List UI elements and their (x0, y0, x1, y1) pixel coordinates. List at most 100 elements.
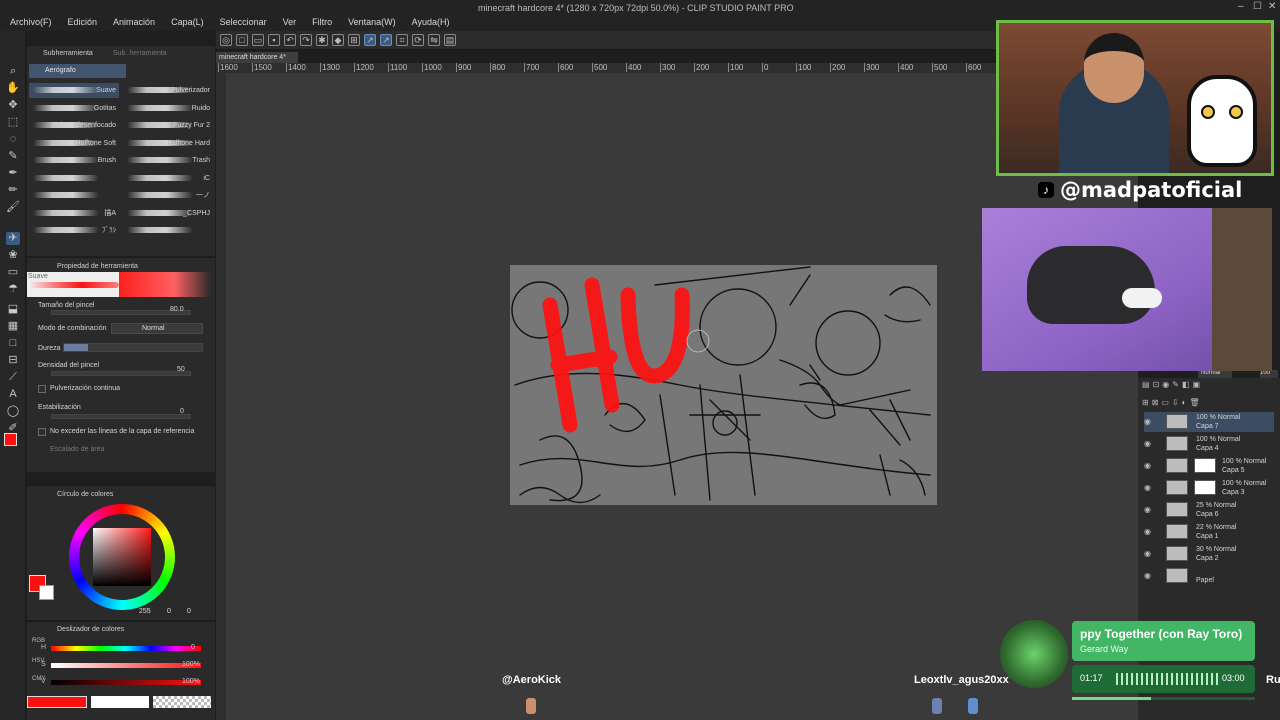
brush-item[interactable] (123, 223, 213, 238)
brush-item[interactable]: ﾌﾞﾗｼ (29, 223, 119, 238)
layer-color-icon[interactable]: ◧ (1182, 380, 1193, 389)
layer-props-icon[interactable]: ▤ (444, 34, 456, 46)
brush-item[interactable]: Suave (29, 83, 119, 98)
visibility-eye-icon[interactable]: ◉ (1144, 483, 1151, 492)
value-slider[interactable] (51, 680, 201, 685)
minimize-button[interactable]: – (1238, 1, 1244, 12)
save-icon[interactable]: ▪ (268, 34, 280, 46)
clip-studio-icon[interactable]: ◎ (220, 34, 232, 46)
layer-row[interactable]: ◉ 100 % Normal Capa 4 (1144, 434, 1274, 454)
ruler-tool-icon[interactable]: ⟋ (6, 371, 20, 384)
pen-tool-icon[interactable]: ✒ (6, 167, 20, 180)
layer-row[interactable]: ◉ 100 % Normal Capa 7 (1144, 412, 1274, 432)
layer-clip-icon[interactable]: ⊡ (1153, 380, 1163, 389)
document-tab[interactable]: minecraft hardcore 4* (216, 52, 298, 63)
new-folder-icon[interactable]: ▭ (1161, 398, 1172, 407)
layer-mask-icon[interactable]: ▣ (1193, 380, 1204, 389)
visibility-eye-icon[interactable]: ◉ (1144, 417, 1151, 426)
menu-archivo[interactable]: Archivo(F) (0, 16, 58, 31)
subtool-group-airbrush[interactable]: Aerógrafo (29, 64, 126, 78)
menu-capa[interactable]: Capa(L) (161, 16, 210, 31)
subtool-tab-2[interactable]: Sub. herramienta (113, 50, 167, 57)
visibility-eye-icon[interactable]: ◉ (1144, 549, 1151, 558)
slider-sub-color[interactable] (91, 696, 149, 708)
maximize-button[interactable]: ☐ (1253, 1, 1262, 12)
saturation-slider[interactable] (51, 663, 201, 668)
close-button[interactable]: ✕ (1268, 1, 1276, 12)
stabilization-slider[interactable] (51, 414, 191, 419)
decoration-tool-icon[interactable]: ❀ (6, 249, 20, 262)
layer-blend-select[interactable]: Normal (1198, 370, 1232, 378)
lasso-tool-icon[interactable]: ◌ (6, 133, 20, 146)
brush-item[interactable]: Pulverizador (123, 83, 213, 98)
hue-ring[interactable] (69, 504, 175, 610)
hand-tool-icon[interactable]: ✋ (6, 82, 20, 95)
visibility-eye-icon[interactable]: ◉ (1144, 439, 1151, 448)
add-mask-icon[interactable]: ◐ (1182, 398, 1190, 407)
blend-mode-select[interactable]: Normal (111, 323, 203, 334)
zoom-tool-icon[interactable]: ⌕ (6, 65, 20, 78)
slider-main-color[interactable] (27, 696, 87, 708)
undo-icon[interactable]: ↶ (284, 34, 296, 46)
delete-layer-icon[interactable]: 🗑 (1190, 398, 1203, 407)
subtool-tab[interactable]: Subherramienta (43, 50, 93, 57)
no-exceed-checkbox[interactable] (38, 428, 46, 436)
hardness-slider[interactable] (63, 343, 203, 352)
brush-item[interactable]: Fuzzy Fur 2 (123, 118, 213, 133)
layer-ref-icon[interactable]: ◉ (1162, 380, 1172, 389)
clear-icon[interactable]: ✱ (316, 34, 328, 46)
new-vector-layer-icon[interactable]: ⊠ (1152, 398, 1162, 407)
eyedropper-tool-icon[interactable]: ✎ (6, 150, 20, 163)
layer-draft-icon[interactable]: ✎ (1172, 380, 1182, 389)
continuous-spray-checkbox[interactable] (38, 385, 46, 393)
menu-seleccionar[interactable]: Seleccionar (210, 16, 273, 31)
snap-ruler-icon[interactable]: ↗ (364, 34, 376, 46)
menu-ayuda[interactable]: Ayuda(H) (402, 16, 456, 31)
snap-special-ruler-icon[interactable]: ↗ (380, 34, 392, 46)
brush-size-value[interactable]: 80.0 (170, 306, 184, 313)
visibility-eye-icon[interactable]: ◉ (1144, 571, 1151, 580)
layer-row[interactable]: ◉ 100 % Normal Capa 3 (1144, 478, 1274, 498)
saturation-value-square[interactable] (93, 528, 151, 586)
fill-tool-icon[interactable]: ⬓ (6, 303, 20, 316)
menu-ventana[interactable]: Ventana(W) (338, 16, 402, 31)
new-raster-layer-icon[interactable]: ⊞ (1142, 398, 1152, 407)
menu-edicion[interactable]: Edición (58, 16, 104, 31)
visibility-eye-icon[interactable]: ◉ (1144, 527, 1151, 536)
brush-item[interactable]: Trash (123, 153, 213, 168)
brush-tool-icon[interactable]: 🖌 (6, 201, 20, 214)
layer-opacity-field[interactable]: 100 (1260, 370, 1278, 378)
airbrush-tool-icon[interactable]: ✈ (6, 232, 20, 245)
layer-row[interactable]: ◉ 100 % Normal Capa 5 (1144, 456, 1274, 476)
layer-row[interactable]: ◉ 22 % Normal Capa 1 (1144, 522, 1274, 542)
redo-icon[interactable]: ↷ (300, 34, 312, 46)
wheel-sub-color[interactable] (39, 585, 54, 600)
drawing-canvas[interactable] (510, 265, 937, 505)
layer-row[interactable]: ◉ 30 % Normal Capa 2 (1144, 544, 1274, 564)
transform-icon[interactable]: ⊞ (348, 34, 360, 46)
text-tool-icon[interactable]: A (6, 388, 20, 401)
brush-item[interactable]: Brush (29, 153, 119, 168)
brush-item[interactable]: 一ノ (123, 188, 213, 203)
fill-icon[interactable]: ◆ (332, 34, 344, 46)
hue-slider[interactable] (51, 646, 201, 651)
eraser-tool-icon[interactable]: ▭ (6, 266, 20, 279)
select-tool-icon[interactable]: ⬚ (6, 116, 20, 129)
pencil-tool-icon[interactable]: ✏ (6, 184, 20, 197)
open-file-icon[interactable]: ▭ (252, 34, 264, 46)
brush-item[interactable]: Halftone Soft (29, 136, 119, 151)
brush-item[interactable]: Halftone Hard (123, 136, 213, 151)
flip-icon[interactable]: ⇋ (428, 34, 440, 46)
layer-row[interactable]: ◉ Papel (1144, 566, 1274, 586)
new-file-icon[interactable]: □ (236, 34, 248, 46)
main-color-swatch[interactable] (4, 433, 17, 446)
value-value[interactable]: 100% (182, 678, 200, 685)
hue-value[interactable]: 0 (191, 644, 195, 651)
rotate-icon[interactable]: ⟳ (412, 34, 424, 46)
blend-tool-icon[interactable]: ☂ (6, 283, 20, 296)
brush-item[interactable]: Gotitas (29, 101, 119, 116)
brush-item[interactable]: _CSPHJ (123, 206, 213, 221)
stabilization-value[interactable]: 0 (180, 408, 184, 415)
saturation-value[interactable]: 100% (182, 661, 200, 668)
visibility-eye-icon[interactable]: ◉ (1144, 505, 1151, 514)
